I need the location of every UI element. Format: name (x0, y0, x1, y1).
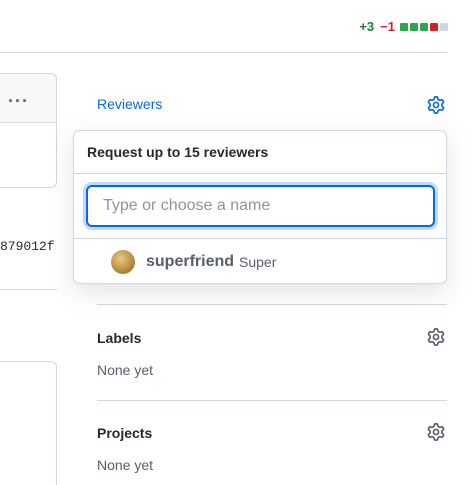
reviewer-filter-row (74, 174, 446, 239)
labels-value: None yet (97, 362, 154, 378)
timeline-comment: ··· (0, 73, 57, 188)
kebab-menu-icon[interactable]: ··· (8, 91, 29, 112)
gear-icon[interactable] (427, 328, 445, 346)
reviewer-select-menu: Request up to 15 reviewers superfriend S… (73, 130, 447, 284)
gear-icon[interactable] (427, 96, 445, 114)
diffstat-block (410, 22, 418, 31)
diffstat: +3 −1 (359, 19, 448, 34)
reviewers-heading[interactable]: Reviewers (97, 96, 162, 112)
projects-value: None yet (97, 457, 154, 473)
reviewer-search-input[interactable] (86, 185, 435, 227)
diffstat-block (430, 22, 438, 31)
sidebar-divider (97, 400, 447, 401)
diffstat-block (400, 22, 408, 31)
reviewer-full-name: Super (239, 253, 277, 270)
diffstat-block (440, 22, 448, 31)
sidebar-divider (97, 304, 447, 305)
gear-icon[interactable] (427, 423, 445, 441)
additions-count: +3 (359, 19, 375, 34)
reviewer-menu-header: Request up to 15 reviewers (74, 131, 446, 174)
projects-heading[interactable]: Projects (97, 425, 152, 441)
labels-heading[interactable]: Labels (97, 330, 141, 346)
commit-sha[interactable]: 879012f (0, 239, 55, 254)
timeline-divider (0, 289, 57, 290)
diffstat-block (420, 22, 428, 31)
timeline-comment-header: ··· (0, 74, 56, 123)
avatar (111, 249, 135, 274)
timeline-card (0, 361, 57, 485)
header-divider (0, 52, 447, 53)
reviewer-suggestion[interactable]: superfriend Super (74, 239, 446, 284)
reviewer-login: superfriend (146, 252, 235, 270)
diffstat-blocks (400, 22, 448, 31)
deletions-count: −1 (380, 19, 395, 34)
